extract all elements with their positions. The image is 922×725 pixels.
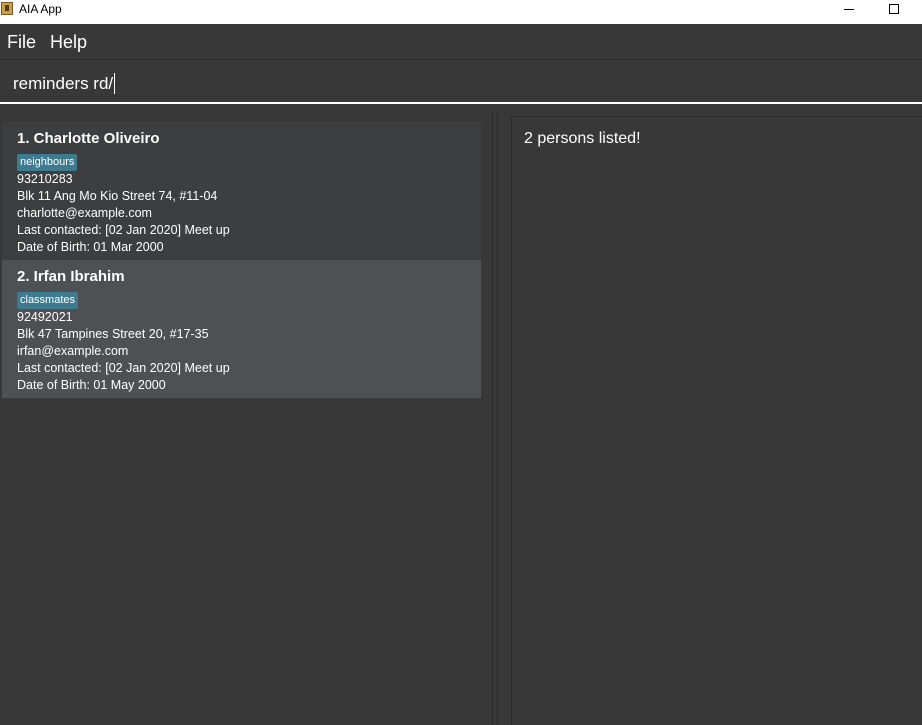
person-name: 1. Charlotte Oliveiro: [17, 130, 160, 147]
person-address: Blk 47 Tampines Street 20, #17-35: [17, 327, 209, 341]
maximize-icon: [889, 4, 899, 14]
command-text: reminders rd/: [13, 74, 114, 93]
maximize-button[interactable]: [871, 0, 917, 18]
person-address: Blk 11 Ang Mo Kio Street 74, #11-04: [17, 189, 218, 203]
person-card[interactable]: 1. Charlotte Oliveiro neighbours 9321028…: [2, 122, 481, 260]
person-phone: 93210283: [17, 172, 73, 186]
result-display: 2 persons listed!: [511, 116, 922, 725]
minimize-button[interactable]: [826, 0, 872, 18]
tag-badge: classmates: [17, 292, 79, 309]
person-card[interactable]: 2. Irfan Ibrahim classmates 92492021 Blk…: [2, 260, 481, 398]
command-input[interactable]: reminders rd/: [13, 72, 116, 94]
tag-badge: neighbours: [17, 154, 78, 171]
menu-bar: File Help: [0, 24, 922, 60]
minimize-icon: [844, 9, 854, 10]
command-box[interactable]: reminders rd/: [0, 62, 922, 104]
result-panel: 2 persons listed!: [500, 112, 922, 725]
person-list-panel: 1. Charlotte Oliveiro neighbours 9321028…: [0, 112, 490, 725]
window-titlebar: AIA App: [0, 0, 922, 24]
person-dob: Date of Birth: 01 Mar 2000: [17, 240, 164, 254]
text-caret: [114, 72, 116, 94]
window-title: AIA App: [19, 2, 62, 16]
person-list[interactable]: 1. Charlotte Oliveiro neighbours 9321028…: [2, 122, 481, 398]
menu-file[interactable]: File: [7, 32, 36, 53]
person-phone: 92492021: [17, 310, 73, 324]
person-email: charlotte@example.com: [17, 206, 152, 220]
result-message: 2 persons listed!: [524, 130, 641, 147]
person-dob: Date of Birth: 01 May 2000: [17, 378, 166, 392]
person-last-contacted: Last contacted: [02 Jan 2020] Meet up: [17, 361, 230, 375]
person-last-contacted: Last contacted: [02 Jan 2020] Meet up: [17, 223, 230, 237]
person-email: irfan@example.com: [17, 344, 129, 358]
person-name: 2. Irfan Ibrahim: [17, 268, 125, 285]
app-icon: [1, 2, 13, 15]
menu-help[interactable]: Help: [50, 32, 87, 53]
split-divider[interactable]: [490, 112, 500, 725]
